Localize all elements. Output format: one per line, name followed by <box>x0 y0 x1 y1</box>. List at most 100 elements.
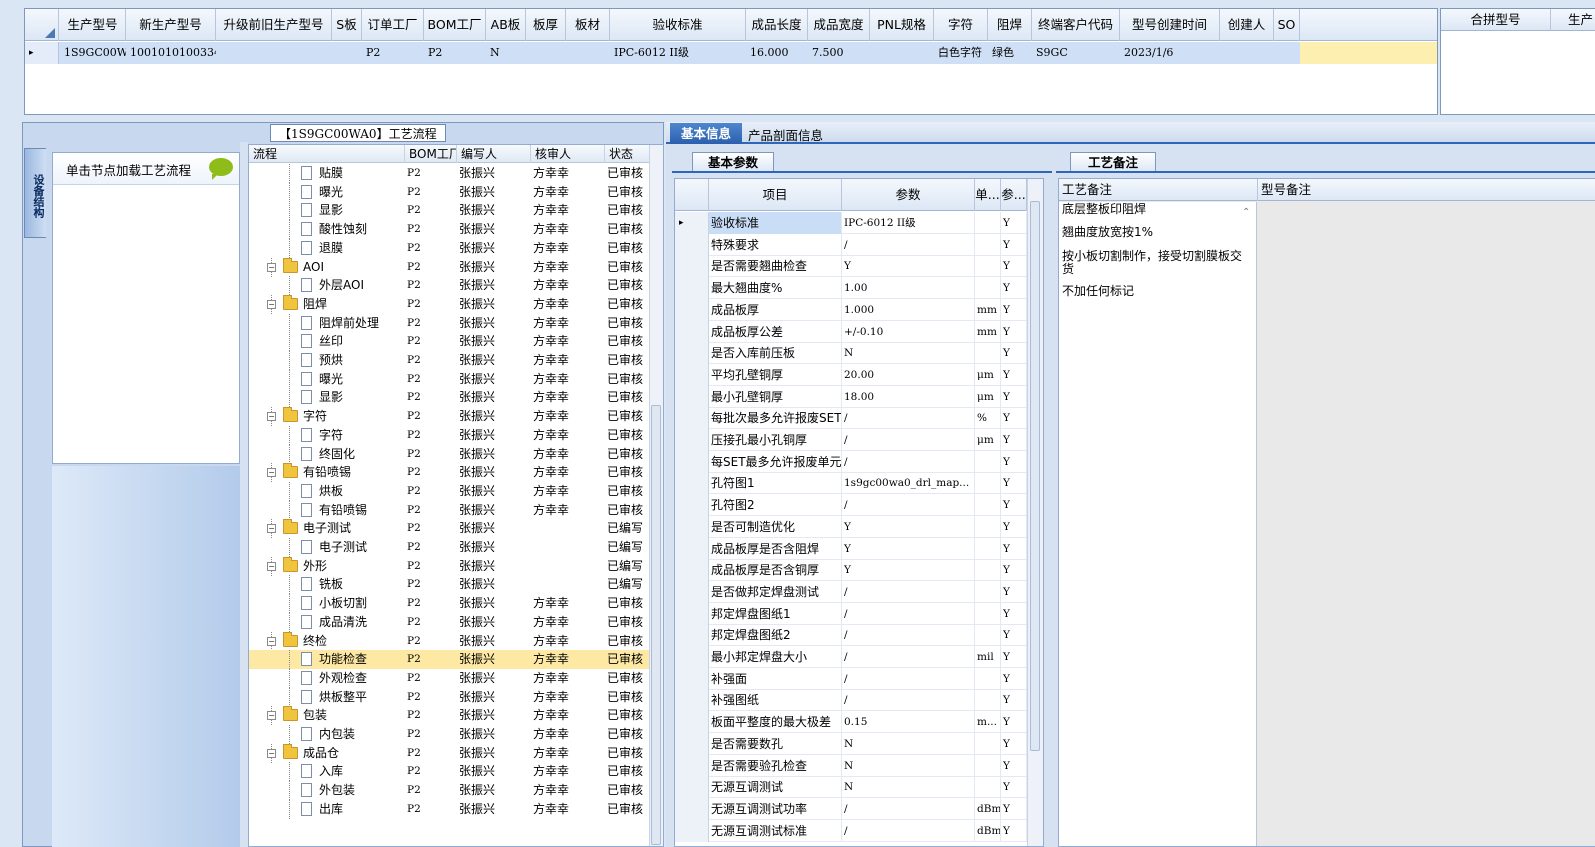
collapse-icon[interactable]: − <box>267 262 276 272</box>
tree-scroll-thumb[interactable] <box>651 405 661 845</box>
cell-thickness[interactable] <box>526 42 566 64</box>
param-row[interactable]: ▸ 验收标准 IPC-6012 II级 Y <box>675 212 1027 234</box>
merge-model-grid[interactable]: 合拼型号 生产 <box>1440 8 1595 115</box>
model-grid[interactable]: 生产型号 新生产型号 升级前旧生产型号 S板 订单工厂 BOM工厂 AB板 板厚 板材 验收标准成… <box>24 8 1438 115</box>
collapse-icon[interactable]: − <box>267 299 276 309</box>
cell-length[interactable]: 16.000 <box>746 42 808 64</box>
tree-row[interactable]: 曝光 P2 张振兴 方幸幸 已审核 <box>249 182 649 202</box>
param-row[interactable]: 成品板厚 1.000 mm Y <box>675 298 1027 321</box>
col-header-param[interactable]: 参数 <box>842 179 975 211</box>
param-scrollbar[interactable] <box>1027 179 1043 846</box>
tree-row[interactable]: 显影 P2 张振兴 方幸幸 已审核 <box>249 201 649 221</box>
tree-row[interactable]: 内包装 P2 张振兴 方幸幸 已审核 <box>249 725 649 744</box>
collapse-icon[interactable]: − <box>267 711 276 721</box>
row-indicator-icon[interactable] <box>675 320 709 343</box>
param-value[interactable]: / <box>842 819 975 842</box>
row-indicator-icon[interactable] <box>675 624 709 647</box>
col-header-silkscreen[interactable]: 字符 <box>934 9 988 41</box>
param-value[interactable]: / <box>842 624 975 647</box>
tree-scrollbar[interactable] <box>649 145 663 846</box>
param-value[interactable]: / <box>842 797 975 820</box>
row-indicator-icon[interactable] <box>675 342 709 365</box>
col-header-craft-notes[interactable]: 工艺备注 <box>1059 179 1258 201</box>
collapse-icon[interactable]: − <box>267 468 276 478</box>
tree-row[interactable]: 入库 P2 张振兴 方幸幸 已审核 <box>249 762 649 782</box>
tree-row[interactable]: 外层AOI P2 张振兴 方幸幸 已审核 <box>249 276 649 296</box>
row-indicator-icon[interactable] <box>675 472 709 495</box>
row-indicator-icon[interactable] <box>675 689 709 712</box>
row-indicator-icon[interactable] <box>675 385 709 408</box>
tree-row[interactable]: − 外形 P2 张振兴 已编写 <box>249 556 649 576</box>
param-value[interactable]: / <box>842 580 975 603</box>
param-value[interactable]: / <box>842 689 975 712</box>
tab-product-section[interactable]: 产品剖面信息 <box>748 125 823 144</box>
col-header-production[interactable]: 生产 <box>1551 9 1595 31</box>
equipment-structure-tab[interactable]: 设备结构 <box>24 148 46 238</box>
param-row[interactable]: 最小邦定焊盘大小 / mil Y <box>675 646 1027 668</box>
row-indicator-icon[interactable] <box>675 819 709 842</box>
craft-notes-cell[interactable]: 底层整板印阻焊 翘曲度放宽按1% 按小板切割制作，接受切割膜板交货 不加任何标记… <box>1059 202 1257 846</box>
collapse-icon[interactable]: − <box>267 636 276 646</box>
param-row[interactable]: 孔符图2/ Y <box>675 494 1027 517</box>
tree-row[interactable]: 功能检查 P2 张振兴 方幸幸 已审核 <box>249 650 649 670</box>
row-indicator-icon[interactable] <box>675 429 709 451</box>
param-value[interactable]: Y <box>842 537 975 560</box>
param-row[interactable]: 每SET最多允许报废单元 / Y <box>675 450 1027 473</box>
tree-row[interactable]: 退膜 P2 张振兴 方幸幸 已审核 <box>249 238 649 258</box>
row-indicator-icon[interactable] <box>675 776 709 799</box>
param-row[interactable]: 补强面 / Y <box>675 667 1027 690</box>
param-row[interactable]: 孔符图1 1s9gc00wa0_drl_map... Y <box>675 472 1027 495</box>
param-value[interactable]: / <box>842 407 975 430</box>
param-row[interactable]: 平均孔壁铜厚 20.00 μm Y <box>675 363 1027 386</box>
row-indicator-icon[interactable] <box>675 559 709 582</box>
scroll-up-icon[interactable]: ⌃ <box>1242 207 1250 218</box>
col-header-old-model[interactable]: 升级前旧生产型号 <box>216 9 332 41</box>
cell-created-time[interactable]: 2023/1/6 <box>1120 42 1220 64</box>
row-indicator-icon[interactable] <box>675 667 709 690</box>
param-row[interactable]: 无源互调测试标准 / dBm Y <box>675 819 1027 842</box>
tab-craft-notes[interactable]: 工艺备注 <box>1070 152 1156 172</box>
row-indicator-icon[interactable] <box>675 515 709 538</box>
param-value[interactable]: N <box>842 754 975 777</box>
param-row[interactable]: 是否需要数孔 N Y <box>675 732 1027 755</box>
tree-row[interactable]: − AOI P2 张振兴 方幸幸 已审核 <box>249 257 649 277</box>
cell-standard[interactable]: IPC-6012 II级 <box>610 42 746 64</box>
col-header-material[interactable]: 板材 <box>566 9 610 41</box>
param-row[interactable]: 成品板厚是否含阻焊 Y Y <box>675 537 1027 560</box>
param-value[interactable]: 1s9gc00wa0_drl_map... <box>842 472 975 495</box>
col-header-new-model[interactable]: 新生产型号 <box>126 9 216 41</box>
row-indicator-icon[interactable] <box>675 363 709 386</box>
row-indicator-icon[interactable] <box>675 233 709 256</box>
cell-width[interactable]: 7.500 <box>808 42 870 64</box>
param-value[interactable]: N <box>842 776 975 799</box>
tree-row[interactable]: 有铅喷锡 P2 张振兴 方幸幸 已审核 <box>249 500 649 520</box>
tree-row[interactable]: 显影 P2 张振兴 方幸幸 已审核 <box>249 388 649 408</box>
tree-row[interactable]: 成品清洗 P2 张振兴 方幸幸 已审核 <box>249 612 649 632</box>
tree-row[interactable]: 出库 P2 张振兴 方幸幸 已审核 <box>249 799 649 819</box>
param-row[interactable]: 最小孔壁铜厚 18.00 μm Y <box>675 385 1027 408</box>
row-indicator-icon[interactable] <box>675 255 709 278</box>
param-row[interactable]: 板面平整度的最大极差 0.15 m... Y <box>675 711 1027 734</box>
param-value[interactable]: Y <box>842 559 975 582</box>
param-row[interactable]: 邦定焊盘图纸2/ Y <box>675 624 1027 647</box>
param-row[interactable]: 是否需要验孔检查 N Y <box>675 754 1027 777</box>
col-header-model[interactable]: 生产型号 <box>60 9 126 41</box>
param-row[interactable]: 邦定焊盘图纸1/ Y <box>675 602 1027 625</box>
row-indicator-icon[interactable] <box>675 580 709 603</box>
cell-pnl[interactable] <box>870 42 934 64</box>
cell-new-model[interactable]: 10010101003347 <box>126 42 216 64</box>
tab-basic-info[interactable]: 基本信息 <box>670 123 742 144</box>
tree-row[interactable]: 曝光 P2 张振兴 方幸幸 已审核 <box>249 369 649 389</box>
collapse-icon[interactable]: − <box>267 524 276 534</box>
cell-customer-code[interactable]: S9GC <box>1032 42 1120 64</box>
col-header-model-notes[interactable]: 型号备注 <box>1258 179 1458 201</box>
param-value[interactable]: / <box>842 667 975 690</box>
param-value[interactable]: / <box>842 646 975 668</box>
param-value[interactable]: 1.000 <box>842 298 975 321</box>
col-header-soldermask[interactable]: 阻焊 <box>988 9 1032 41</box>
row-indicator-icon[interactable] <box>675 537 709 560</box>
cell-old-model[interactable] <box>216 42 332 64</box>
param-value[interactable]: / <box>842 233 975 256</box>
param-row[interactable]: 每批次最多允许报废SET /% Y <box>675 407 1027 430</box>
param-row[interactable]: 特殊要求 / Y <box>675 233 1027 256</box>
